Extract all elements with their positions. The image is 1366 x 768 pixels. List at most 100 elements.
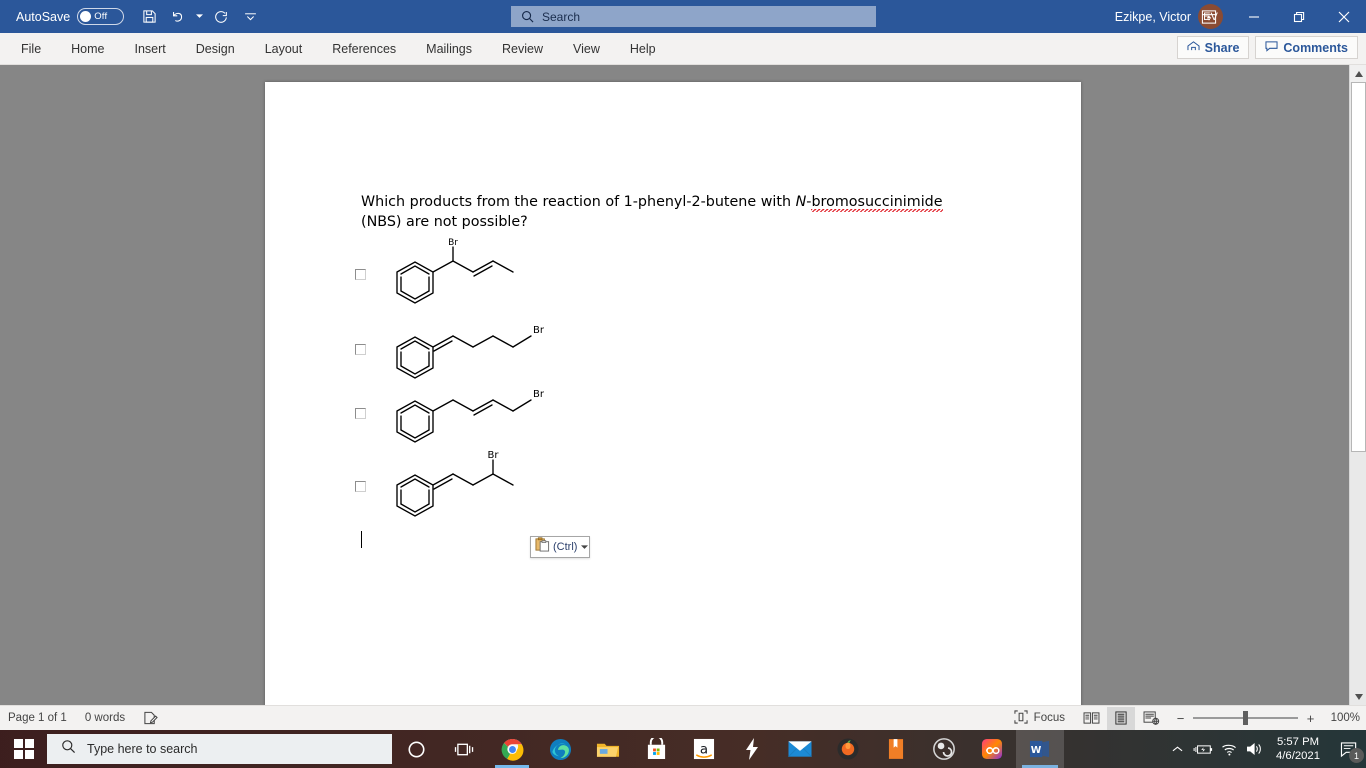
svg-text:Br: Br	[533, 325, 545, 336]
zoom-level[interactable]: 100%	[1326, 712, 1360, 724]
volume-icon[interactable]	[1242, 730, 1268, 768]
cortana-icon[interactable]	[392, 730, 440, 768]
paste-options-button[interactable]: (Ctrl)	[530, 536, 590, 558]
share-label: Share	[1204, 40, 1240, 55]
tab-mailings[interactable]: Mailings	[411, 37, 487, 61]
mail-icon[interactable]	[776, 730, 824, 768]
autosave-toggle-group[interactable]: AutoSave Off	[16, 8, 125, 25]
obs-studio-icon[interactable]	[920, 730, 968, 768]
read-mode-icon[interactable]	[1077, 707, 1105, 730]
taskbar-icons: a W	[392, 730, 1064, 768]
tab-file[interactable]: File	[6, 37, 56, 61]
autosave-knob	[80, 11, 92, 22]
web-layout-icon[interactable]	[1137, 707, 1165, 730]
clock[interactable]: 5:57 PM 4/6/2021	[1268, 735, 1332, 763]
document-page[interactable]: Which products from the reaction of 1-ph…	[265, 82, 1081, 707]
search-placeholder: Search	[542, 9, 581, 24]
notification-count-badge: 1	[1349, 748, 1364, 763]
checkbox-option-a[interactable]	[355, 269, 366, 280]
edge-icon[interactable]	[536, 730, 584, 768]
redo-icon[interactable]	[208, 5, 234, 29]
comments-button[interactable]: Comments	[1255, 36, 1358, 59]
share-icon	[1187, 40, 1200, 55]
misspelled-word: bromosuccinimide	[811, 194, 943, 214]
word-count[interactable]: 0 words	[85, 712, 125, 724]
tab-layout[interactable]: Layout	[250, 37, 318, 61]
close-icon[interactable]	[1321, 0, 1366, 33]
undo-chevron-down-icon[interactable]	[194, 5, 205, 29]
paste-clipboard-icon	[535, 537, 550, 557]
scroll-down-arrow-icon[interactable]	[1350, 688, 1366, 705]
structure-option-d: Br	[385, 448, 560, 528]
clock-date: 4/6/2021	[1276, 750, 1320, 762]
fl-studio-icon[interactable]	[824, 730, 872, 768]
lightning-app-icon[interactable]	[728, 730, 776, 768]
windows-start-icon[interactable]	[0, 730, 47, 768]
amazon-icon[interactable]: a	[680, 730, 728, 768]
restore-icon[interactable]	[1276, 0, 1321, 33]
question-part-1: Which products from the reaction of 1-ph…	[361, 194, 796, 210]
tab-home[interactable]: Home	[56, 37, 119, 61]
proofing-errors-icon[interactable]	[143, 711, 158, 725]
orange-book-icon[interactable]	[872, 730, 920, 768]
customize-qat-icon[interactable]	[237, 5, 263, 29]
adobe-creative-cloud-icon[interactable]	[968, 730, 1016, 768]
focus-mode-icon	[1014, 709, 1028, 727]
zoom-out-button[interactable]: −	[1175, 711, 1186, 726]
undo-icon[interactable]	[165, 5, 191, 29]
tab-references[interactable]: References	[317, 37, 411, 61]
structure-option-b: Br	[385, 319, 560, 389]
svg-text:Br: Br	[488, 450, 500, 461]
autosave-toggle[interactable]: Off	[77, 8, 125, 25]
vertical-scrollbar[interactable]	[1349, 65, 1366, 705]
status-bar-right: Focus − + 100%	[1014, 706, 1360, 730]
tab-view[interactable]: View	[558, 37, 615, 61]
search-box[interactable]: Search	[511, 6, 876, 27]
share-button[interactable]: Share	[1176, 36, 1250, 59]
file-explorer-icon[interactable]	[584, 730, 632, 768]
scrollbar-thumb[interactable]	[1351, 82, 1366, 452]
tab-review[interactable]: Review	[487, 37, 558, 61]
checkbox-option-b[interactable]	[355, 344, 366, 355]
svg-text:W: W	[1031, 745, 1042, 756]
status-bar: Page 1 of 1 0 words Focus − + 100%	[0, 705, 1366, 730]
microsoft-store-icon[interactable]	[632, 730, 680, 768]
scroll-up-arrow-icon[interactable]	[1350, 65, 1366, 82]
chevron-up-icon[interactable]	[1164, 730, 1190, 768]
focus-button[interactable]: Focus	[1014, 709, 1075, 727]
zoom-in-button[interactable]: +	[1305, 711, 1316, 726]
task-view-icon[interactable]	[440, 730, 488, 768]
zoom-slider[interactable]: − +	[1175, 711, 1316, 726]
question-italic-n: N	[795, 194, 807, 210]
page-indicator[interactable]: Page 1 of 1	[8, 712, 67, 724]
title-bar: AutoSave Off Search Ezikpe, Victor EV	[0, 0, 1366, 33]
ribbon-tab-bar: File Home Insert Design Layout Reference…	[0, 33, 1366, 65]
ribbon-display-options-icon[interactable]	[1186, 0, 1231, 33]
system-tray: 5:57 PM 4/6/2021 1	[1164, 730, 1366, 768]
tab-insert[interactable]: Insert	[120, 37, 181, 61]
question-part-3: (NBS) are not possible?	[361, 213, 528, 230]
account-name: Ezikpe, Victor	[1114, 9, 1191, 24]
question-text: Which products from the reaction of 1-ph…	[361, 193, 961, 232]
focus-label: Focus	[1033, 712, 1065, 724]
zoom-thumb[interactable]	[1243, 711, 1248, 725]
taskbar-search-box[interactable]: Type here to search	[47, 734, 392, 764]
print-layout-icon[interactable]	[1107, 706, 1135, 730]
wifi-icon[interactable]	[1216, 730, 1242, 768]
autosave-label: AutoSave	[16, 9, 71, 24]
word-icon[interactable]: W	[1016, 730, 1064, 768]
text-cursor	[361, 531, 362, 548]
chevron-down-icon[interactable]	[581, 543, 589, 552]
minimize-icon[interactable]	[1231, 0, 1276, 33]
tab-help[interactable]: Help	[615, 37, 671, 61]
chrome-icon[interactable]	[488, 730, 536, 768]
svg-text:Br: Br	[533, 389, 545, 400]
checkbox-option-c[interactable]	[355, 408, 366, 419]
save-icon[interactable]	[136, 5, 162, 29]
action-center-icon[interactable]: 1	[1332, 730, 1366, 768]
checkbox-option-d[interactable]	[355, 481, 366, 492]
tab-design[interactable]: Design	[181, 37, 250, 61]
battery-charging-icon[interactable]	[1190, 730, 1216, 768]
zoom-track[interactable]	[1193, 711, 1298, 725]
autosave-state-label: Off	[94, 11, 108, 22]
